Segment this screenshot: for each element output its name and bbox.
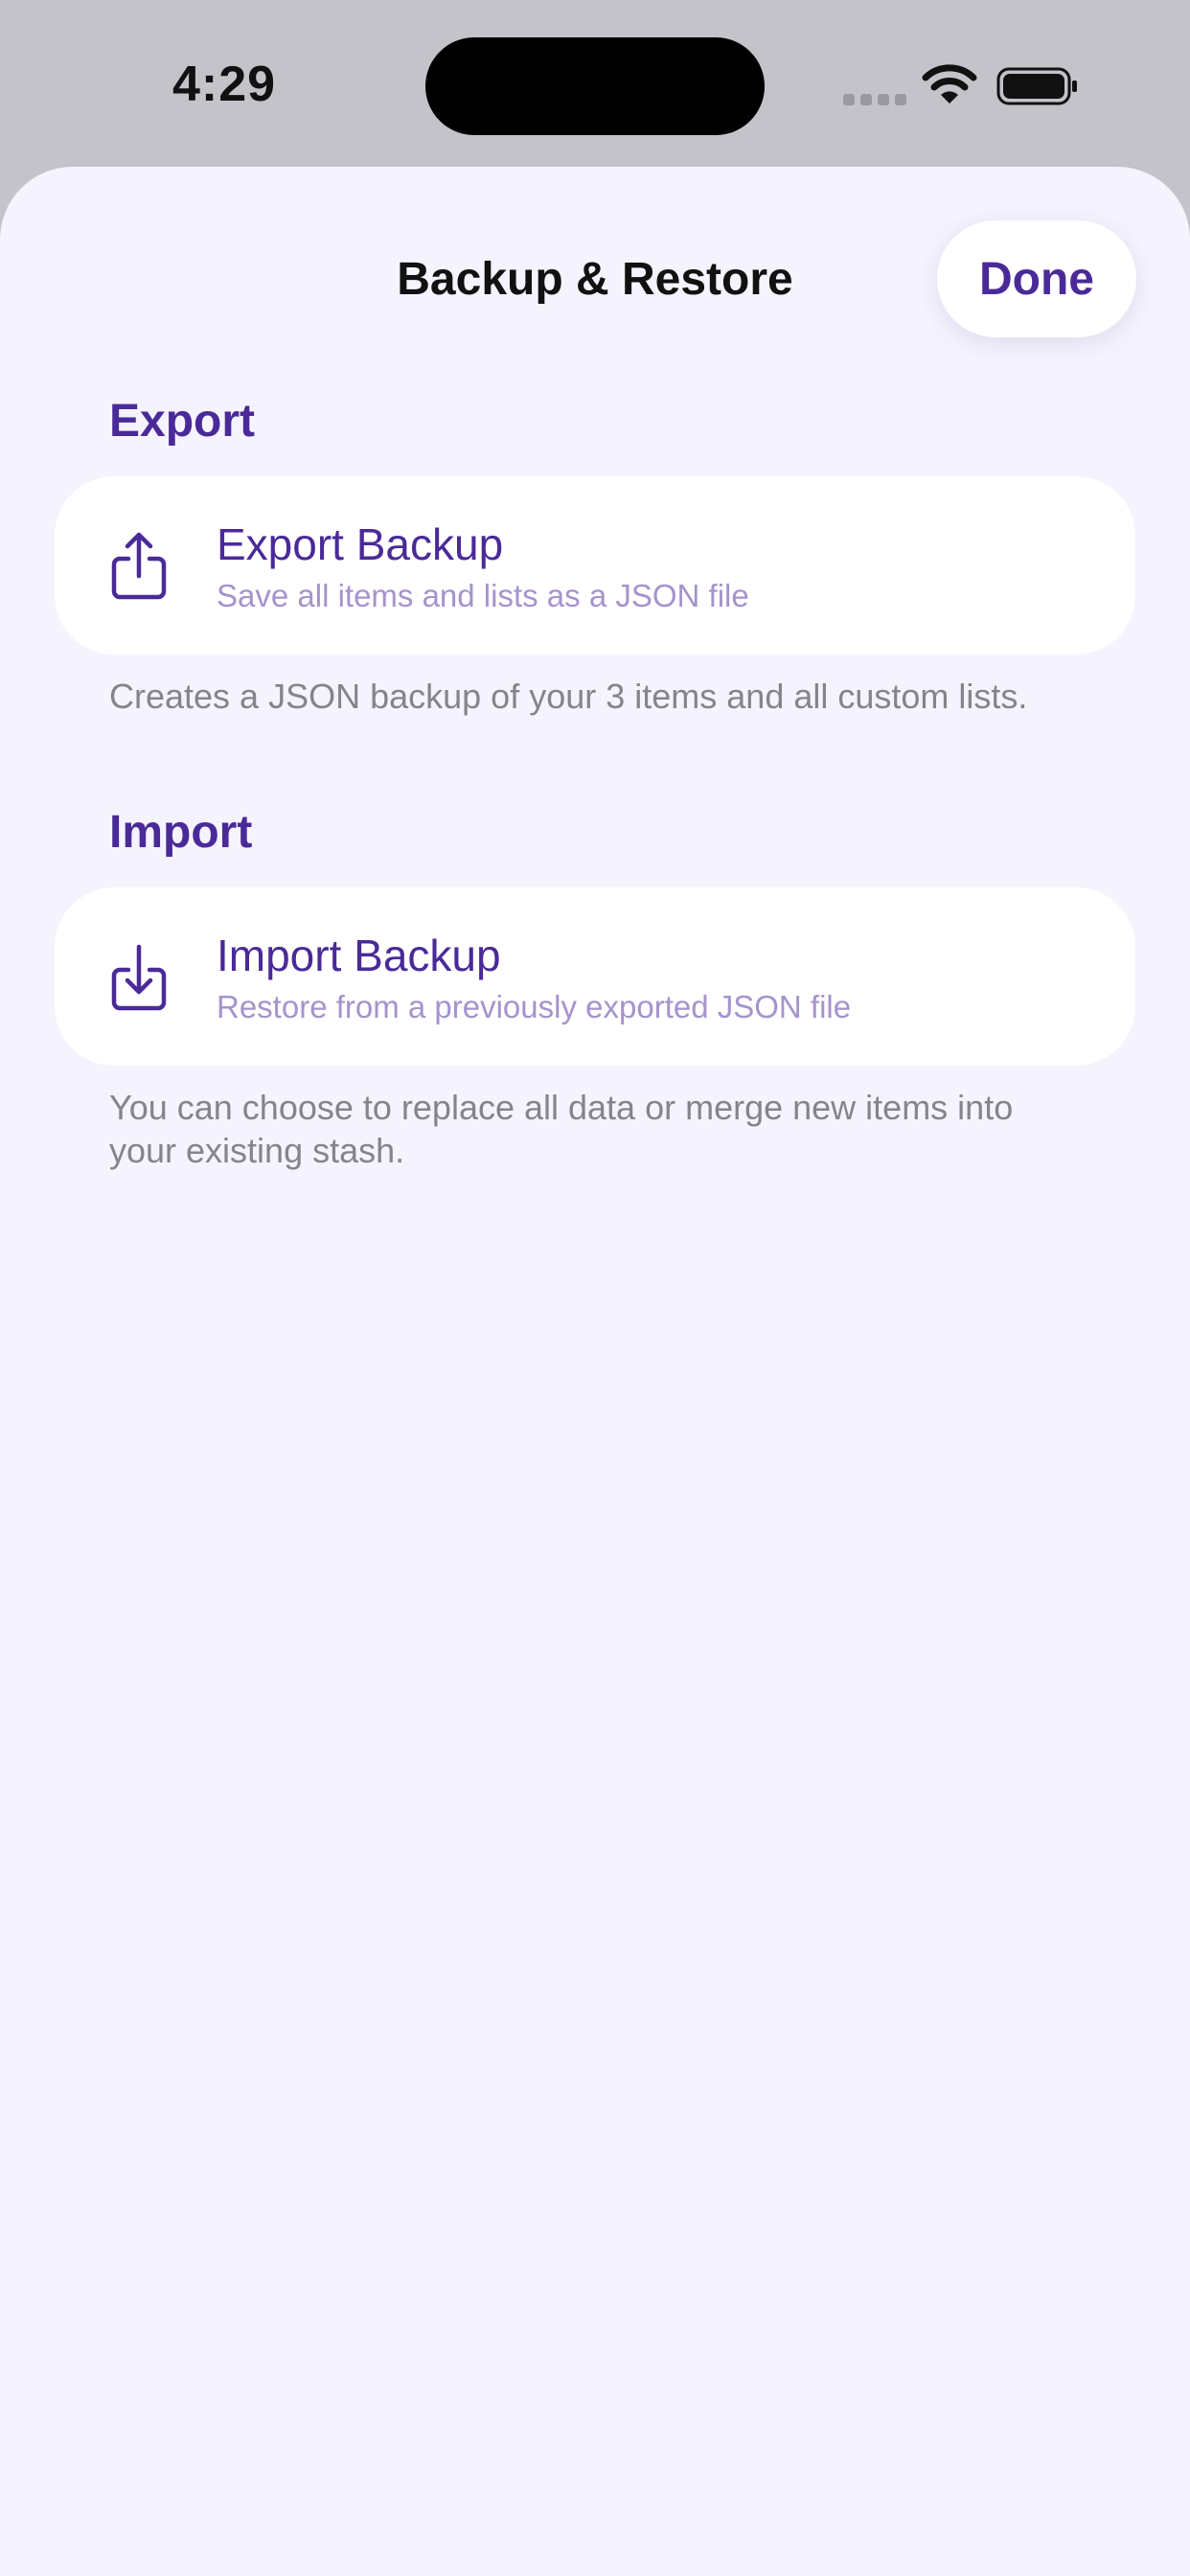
battery-icon [996, 67, 1077, 105]
import-backup-subtitle: Restore from a previously exported JSON … [217, 989, 852, 1024]
import-backup-title: Import Backup [217, 931, 501, 980]
wifi-icon [922, 64, 977, 104]
backup-restore-sheet: Backup & Restore Done Export Export Back… [0, 167, 1190, 2576]
share-upload-icon [111, 532, 167, 600]
import-footer-text: You can choose to replace all data or me… [109, 1088, 1014, 1170]
export-section-header: Export [109, 396, 256, 447]
done-button[interactable]: Done [937, 220, 1136, 337]
export-footer-text: Creates a JSON backup of your 3 items an… [109, 677, 1028, 716]
status-time: 4:29 [172, 57, 277, 112]
dynamic-island [425, 37, 765, 135]
export-backup-button[interactable]: Export Backup Save all items and lists a… [55, 476, 1135, 655]
status-bar: 4:29 [0, 0, 1190, 167]
export-backup-title: Export Backup [217, 519, 504, 569]
screen: 4:29 Backup & Restore Done Export Export… [0, 0, 1190, 2576]
download-into-tray-icon [111, 944, 167, 1011]
cellular-signal-icon [843, 94, 906, 105]
export-backup-subtitle: Save all items and lists as a JSON file [217, 578, 749, 613]
import-section-header: Import [109, 807, 253, 858]
import-backup-button[interactable]: Import Backup Restore from a previously … [55, 887, 1135, 1066]
